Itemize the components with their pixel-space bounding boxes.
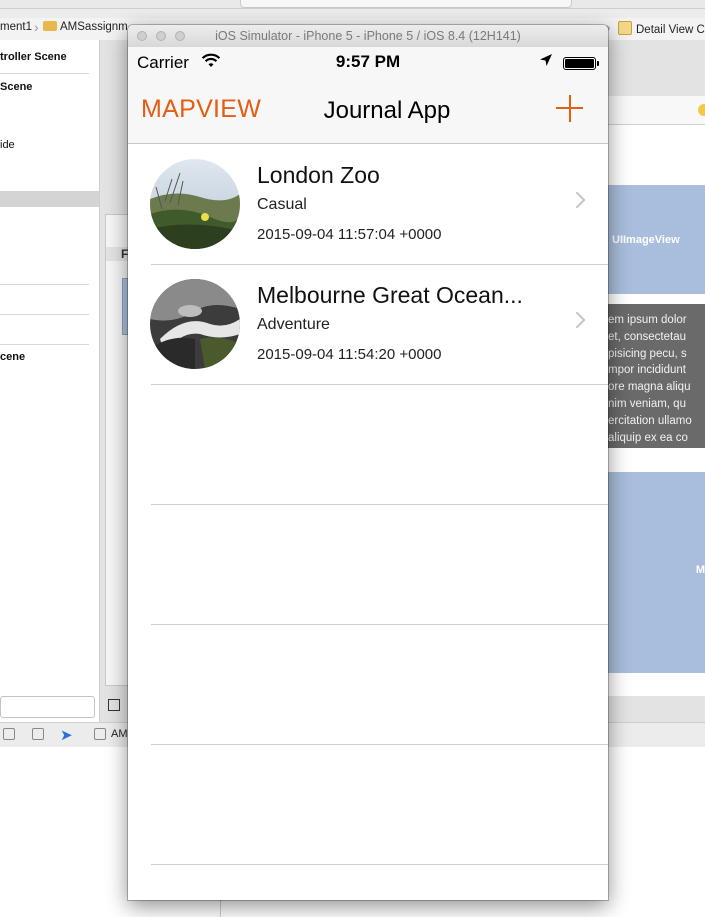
outline-selection <box>0 191 99 207</box>
iphone-screen: Carrier 9:57 PM MAPVIEW Journal App Lond… <box>128 47 608 900</box>
row-separator <box>151 384 608 385</box>
journal-entry-row[interactable]: Melbourne Great Ocean... Adventure 2015-… <box>128 264 608 384</box>
view-controller-icon <box>618 21 632 35</box>
chevron-right-icon <box>568 311 586 329</box>
entry-title: London Zoo <box>257 162 380 188</box>
entry-date: 2015-09-04 11:57:04 +0000 <box>257 226 442 243</box>
entry-category: Adventure <box>257 316 330 333</box>
breadcrumb-folder[interactable]: AMSassignm <box>43 21 128 33</box>
plus-icon[interactable] <box>555 94 585 124</box>
entry-photo <box>150 159 240 249</box>
xcode-toolbar <box>0 0 705 9</box>
window-title: iOS Simulator - iPhone 5 - iPhone 5 / iO… <box>215 29 521 43</box>
row-separator <box>151 744 608 745</box>
status-bar: Carrier 9:57 PM <box>128 47 608 79</box>
row-separator <box>151 504 608 505</box>
nav-title: Journal App <box>323 97 451 124</box>
entry-photo <box>150 279 240 369</box>
scene-dock-icon <box>698 104 705 116</box>
outline-item[interactable]: ide <box>0 139 15 151</box>
clock-label: 9:57 PM <box>335 52 401 71</box>
breadcrumb-scene[interactable]: Detail View C <box>618 21 705 36</box>
ios-simulator-window: iOS Simulator - iPhone 5 - iPhone 5 / iO… <box>128 25 608 900</box>
journal-entry-row[interactable]: London Zoo Casual 2015-09-04 11:57:04 +0… <box>128 144 608 264</box>
navigation-bar: Carrier 9:57 PM MAPVIEW Journal App <box>128 47 608 144</box>
simulate-location-icon[interactable]: ➤ <box>60 726 73 744</box>
battery-icon <box>563 57 599 70</box>
view-hierarchy-icon[interactable] <box>32 728 44 740</box>
map-view-placeholder[interactable]: M <box>608 472 705 673</box>
outline-filter-field[interactable] <box>0 696 95 718</box>
entry-category: Casual <box>257 196 307 213</box>
breadcrumb-project[interactable]: ment1 <box>0 21 32 33</box>
row-separator <box>151 624 608 625</box>
target-icon[interactable] <box>94 728 106 740</box>
document-outline: troller Scene Scene ide cene <box>0 40 100 722</box>
row-separator <box>151 864 608 865</box>
location-arrow-icon <box>539 53 553 71</box>
entry-date: 2015-09-04 11:54:20 +0000 <box>257 346 442 363</box>
lorem-text-view[interactable]: em ipsum dolor et, consectetau pisicing p… <box>608 304 705 448</box>
simulator-title-bar: iOS Simulator - iPhone 5 - iPhone 5 / iO… <box>128 25 608 48</box>
outline-item[interactable]: Scene <box>0 81 32 93</box>
outline-item[interactable]: troller Scene <box>0 51 67 63</box>
entry-title: Melbourne Great Ocean... <box>257 282 523 308</box>
breadcrumb-separator-icon: › <box>34 19 39 35</box>
chevron-right-icon <box>568 191 586 209</box>
uiimageview-placeholder[interactable]: UIImageView <box>608 185 705 294</box>
outline-toggle-icon[interactable] <box>108 699 120 711</box>
xcode-activity-field <box>240 0 572 8</box>
share-icon[interactable] <box>3 728 15 740</box>
folder-icon <box>43 21 57 31</box>
detail-view-scene[interactable]: UIImageView em ipsum dolor et, consecteta… <box>608 96 705 696</box>
detail-nav-bar <box>608 96 705 125</box>
debug-target-label: AM <box>111 728 128 740</box>
outline-item[interactable]: cene <box>0 351 25 363</box>
